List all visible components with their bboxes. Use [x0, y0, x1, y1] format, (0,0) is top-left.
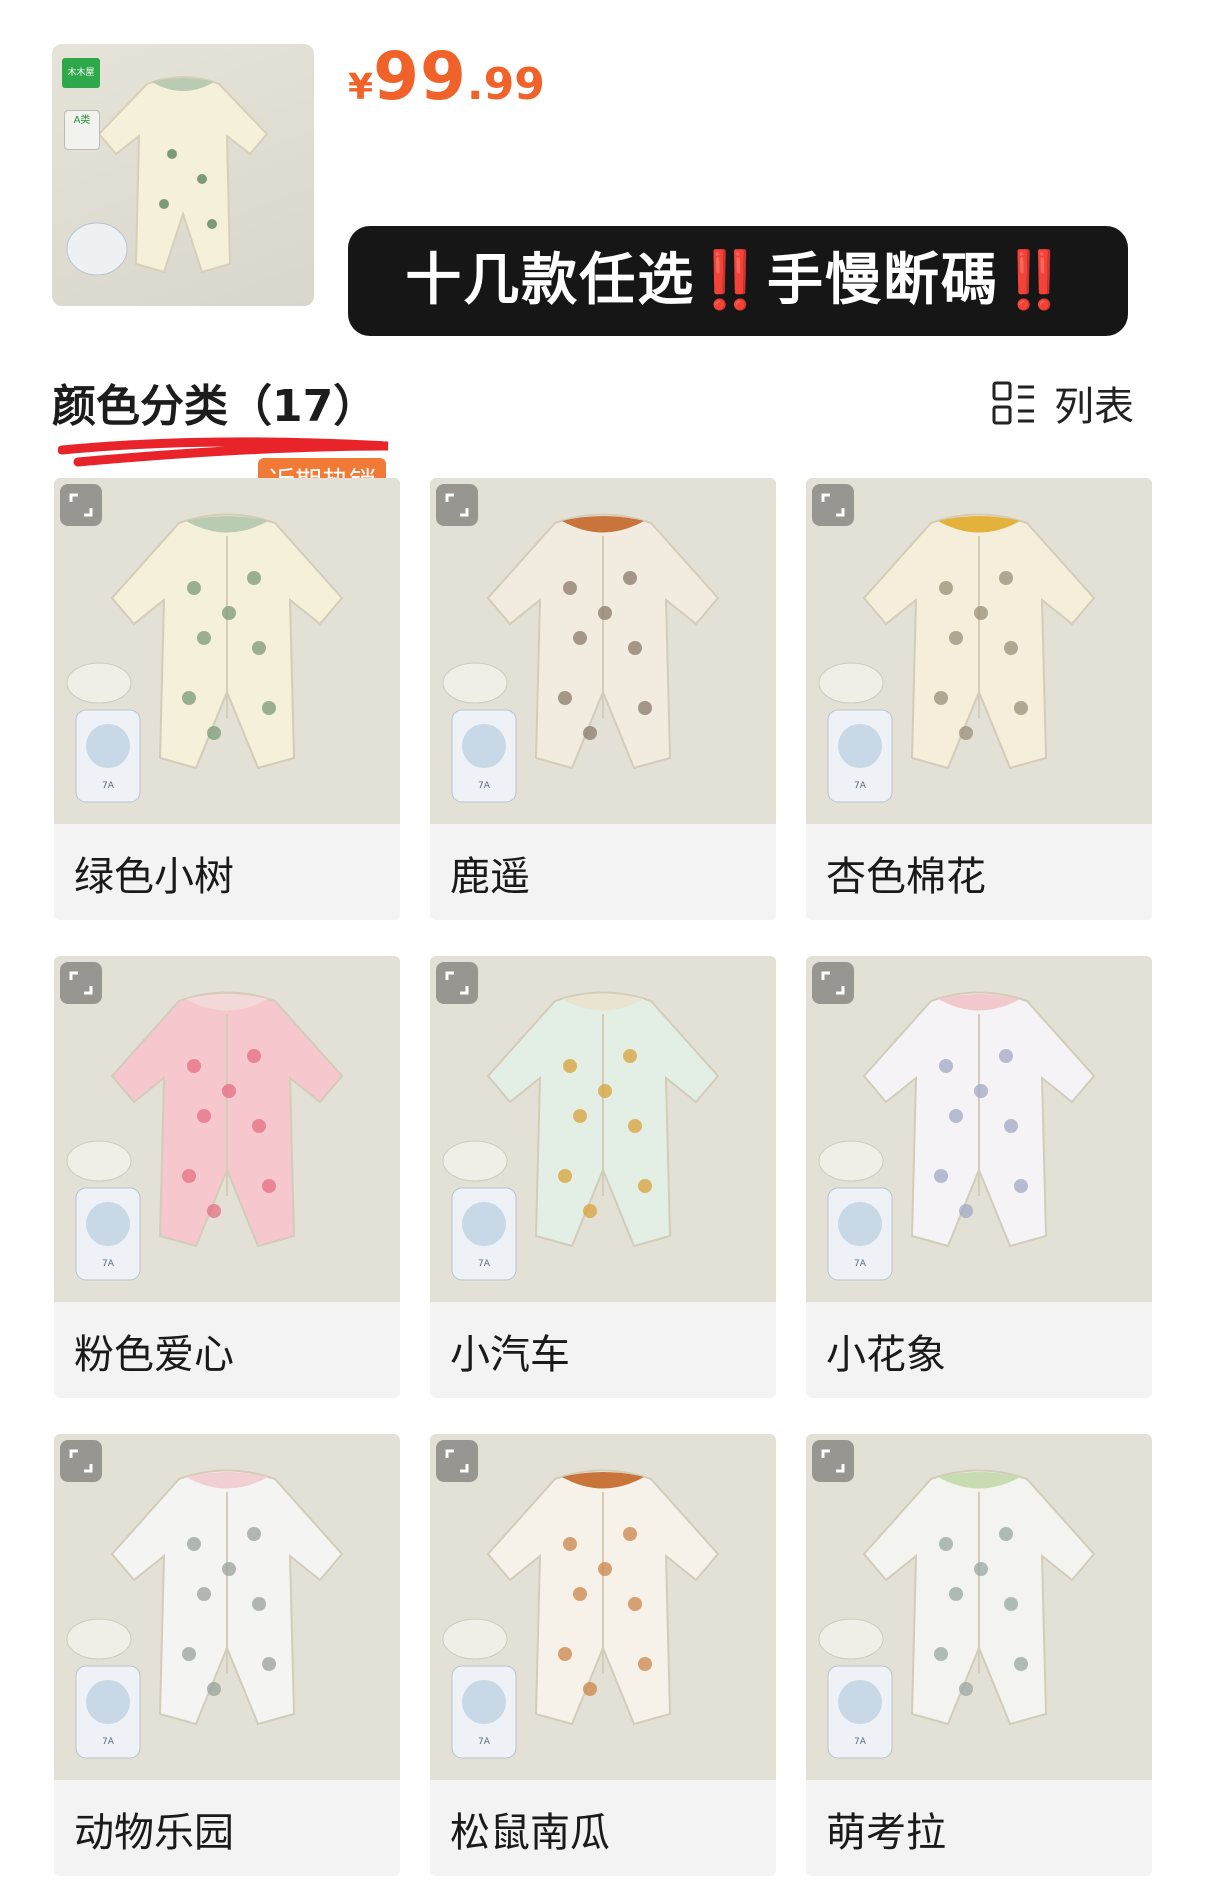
expand-icon[interactable] — [812, 962, 854, 1004]
expand-icon[interactable] — [60, 484, 102, 526]
price-integer: 99 — [373, 38, 467, 115]
expand-icon[interactable] — [436, 484, 478, 526]
variant-label: 粉色爱心 — [74, 1332, 234, 1378]
expand-icon[interactable] — [60, 962, 102, 1004]
product-thumbnail[interactable]: 木木屋 A类 — [52, 44, 314, 306]
variant-image: 7A — [806, 1434, 1152, 1780]
price: ¥99.99 — [348, 38, 545, 115]
svg-text:7A: 7A — [102, 1737, 115, 1747]
svg-text:7A: 7A — [102, 1259, 115, 1269]
section-title: 颜色分类（17） — [52, 381, 378, 432]
variant-card[interactable]: 7A 绿色小树 — [54, 478, 400, 920]
variant-card[interactable]: 7A 萌考拉 — [806, 1434, 1152, 1876]
variant-label: 萌考拉 — [826, 1810, 946, 1856]
promo-text-1: 十几款任选 — [405, 248, 696, 313]
variant-image: 7A — [54, 956, 400, 1302]
exclamation-icon: ‼️ — [695, 248, 767, 313]
expand-icon[interactable] — [436, 962, 478, 1004]
variant-image: 7A — [430, 1434, 776, 1780]
svg-text:7A: 7A — [854, 1737, 867, 1747]
exclamation-icon: ‼️ — [999, 248, 1071, 313]
variant-label: 杏色棉花 — [826, 854, 986, 900]
variant-label: 小汽车 — [450, 1332, 570, 1378]
brand-badge: 木木屋 — [62, 58, 100, 88]
expand-icon[interactable] — [812, 484, 854, 526]
variant-card[interactable]: 7A 鹿遥 — [430, 478, 776, 920]
variant-card[interactable]: 7A 粉色爱心 — [54, 956, 400, 1398]
variant-label: 绿色小树 — [74, 854, 234, 900]
promo-banner: 十几款任选‼️手慢断碼‼️ — [348, 226, 1128, 336]
variant-image: 7A — [430, 478, 776, 824]
variant-card[interactable]: 7A 杏色棉花 — [806, 478, 1152, 920]
svg-text:7A: 7A — [478, 1259, 491, 1269]
variant-card[interactable]: 7A 小汽车 — [430, 956, 776, 1398]
svg-text:7A: 7A — [478, 781, 491, 791]
variant-label: 鹿遥 — [450, 854, 530, 900]
expand-icon[interactable] — [436, 1440, 478, 1482]
variant-label: 小花象 — [826, 1332, 946, 1378]
expand-icon[interactable] — [60, 1440, 102, 1482]
variant-card[interactable]: 7A 松鼠南瓜 — [430, 1434, 776, 1876]
variant-image: 7A — [54, 1434, 400, 1780]
expand-icon[interactable] — [812, 1440, 854, 1482]
list-view-label: 列表 — [1054, 384, 1134, 430]
list-grid-icon — [992, 381, 1034, 425]
variant-image: 7A — [806, 478, 1152, 824]
currency-symbol: ¥ — [348, 67, 374, 108]
svg-text:7A: 7A — [854, 781, 867, 791]
promo-text-2: 手慢断碼 — [767, 248, 999, 313]
variant-image: 7A — [806, 956, 1152, 1302]
variant-image: 7A — [430, 956, 776, 1302]
svg-text:7A: 7A — [478, 1737, 491, 1747]
grade-a-badge: A类 — [64, 110, 100, 150]
variant-image: 7A — [54, 478, 400, 824]
variant-card[interactable]: 7A 动物乐园 — [54, 1434, 400, 1876]
variant-card[interactable]: 7A 小花象 — [806, 956, 1152, 1398]
svg-text:7A: 7A — [102, 781, 115, 791]
svg-text:7A: 7A — [854, 1259, 867, 1269]
variant-label: 动物乐园 — [74, 1810, 234, 1856]
price-decimal: .99 — [466, 59, 545, 110]
list-view-button[interactable]: 列表 — [992, 374, 1134, 432]
variant-label: 松鼠南瓜 — [450, 1810, 610, 1856]
